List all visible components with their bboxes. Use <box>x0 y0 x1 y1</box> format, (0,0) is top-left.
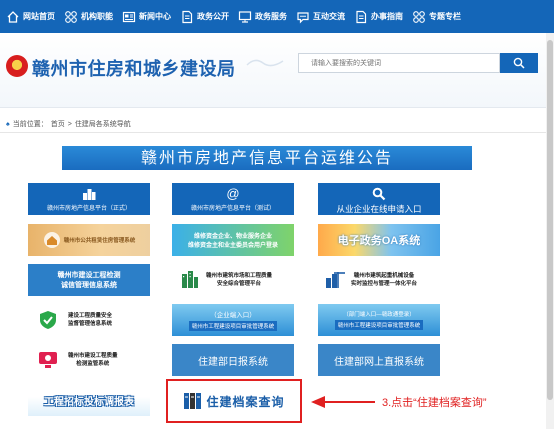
tile-construction-market-platform[interactable]: 赣州市建筑市场和工程质量 安全综合管理平台 <box>172 264 294 296</box>
nav-item-interact[interactable]: 互动交流 <box>296 0 345 33</box>
tile-label: 建设工程质量安全 <box>68 312 113 319</box>
tile-oa-system[interactable]: 电子政务OA系统 <box>318 224 440 256</box>
document-icon <box>182 10 193 23</box>
tile-real-estate-platform-official[interactable]: 赣州市房地产信息平台（正式） <box>28 183 150 215</box>
site-header: 赣州市住房和城乡建设局 <box>0 33 554 108</box>
nav-item-label: 新闻中心 <box>139 12 171 21</box>
archive-icon <box>184 393 202 409</box>
document-icon <box>356 10 367 23</box>
tile-quality-safety-supervision[interactable]: 建设工程质量安全 监督管理信息系统 <box>28 304 150 336</box>
tile-archive-query[interactable]: 住建档案查询 <box>166 379 302 423</box>
tile-project-approval-enterprise[interactable]: （企业端入口） 赣州市工程建设项目审批管理系统 <box>172 304 294 336</box>
page: 网站首页 机构职能 新闻中心 政务公开 政务服务 互动交流 办事指南 专题专栏 <box>0 0 554 429</box>
search-button[interactable] <box>500 53 538 73</box>
nav-item-label: 互动交流 <box>313 12 345 21</box>
national-emblem-logo <box>6 55 28 77</box>
tile-label: 安全综合管理平台 <box>217 281 262 287</box>
top-nav: 网站首页 机构职能 新闻中心 政务公开 政务服务 互动交流 办事指南 专题专栏 <box>0 0 554 33</box>
tile-label: 诚信管理信息系统 <box>61 282 117 289</box>
nav-item-special[interactable]: 专题专栏 <box>412 0 461 33</box>
tile-enterprise-application[interactable]: 从业企业在线申请入口 <box>318 183 440 215</box>
news-icon <box>122 11 136 22</box>
shield-check-icon <box>40 311 56 329</box>
building-icon <box>182 271 198 288</box>
breadcrumb: ♠ 当前位置： 首页 > 住建局各系统导航 <box>6 119 134 129</box>
tile-label: 赣州市工程建设项目审批管理系统 <box>188 321 278 331</box>
annotation-arrow-icon <box>311 396 375 408</box>
tile-public-rental-housing[interactable]: 赣州市公共租赁住房管理系统 <box>28 224 150 256</box>
tile-label: 赣州市工程建设项目审批管理系统 <box>334 320 424 330</box>
search-input[interactable] <box>298 53 500 73</box>
tile-label: 赣州市房地产信息平台（测试） <box>190 206 275 212</box>
tile-label: 赣州市公共租赁住房管理系统 <box>63 238 136 244</box>
tile-real-estate-platform-test[interactable]: @ 赣州市房地产信息平台（测试） <box>172 183 294 215</box>
tile-label: 赣州市建设工程质量 <box>68 352 118 359</box>
nav-item-label: 专题专栏 <box>429 12 461 21</box>
tile-label: 维修资金企业、物业服务企业 <box>193 234 272 240</box>
tile-label: 赣州市建设工程检测 <box>57 272 121 279</box>
tile-label: 检测监管系统 <box>76 361 110 367</box>
nav-item-label: 机构职能 <box>81 12 113 21</box>
building-icon <box>83 189 96 200</box>
nav-item-service[interactable]: 政务服务 <box>238 0 287 33</box>
search-icon <box>372 187 386 201</box>
house-icon <box>43 232 60 248</box>
tile-label: 住建档案查询 <box>206 394 285 409</box>
nav-item-open[interactable]: 政务公开 <box>180 0 229 33</box>
decoration-icon <box>246 59 284 67</box>
tile-label: 监督管理信息系统 <box>68 321 113 327</box>
at-icon: @ <box>226 186 240 201</box>
tile-quality-testing-supervision[interactable]: 赣州市建设工程质量 检测监管系统 <box>28 344 150 376</box>
grid-icon <box>413 10 425 23</box>
notice-banner[interactable]: 赣州市房地产信息平台运维公告 <box>62 146 472 170</box>
location-icon: ♠ <box>6 120 10 128</box>
nav-item-home[interactable]: 网站首页 <box>6 0 55 33</box>
home-icon <box>7 10 19 23</box>
annotation-text: 3.点击“住建档案查询” <box>382 397 487 409</box>
tile-label: （部门端入口—赣政通登录） <box>343 312 415 318</box>
nav-item-label: 网站首页 <box>23 12 55 21</box>
tile-maintenance-fund-login[interactable]: 维修资金企业、物业服务企业 维修资金主和业主委员会用户登录 <box>172 224 294 256</box>
tile-label: （企业端入口） <box>210 312 256 319</box>
breadcrumb-home[interactable]: 首页 <box>51 119 65 129</box>
nav-item-label: 办事指南 <box>371 12 403 21</box>
tile-label: 实时监控与管理一体化平台 <box>351 281 418 287</box>
tile-label: 工程招标投标调报表 <box>44 396 134 408</box>
tile-label: 维修资金主和业主委员会用户登录 <box>187 243 278 249</box>
tile-label: 赣州市建筑市场和工程质量 <box>206 272 273 279</box>
tile-ministry-daily-report[interactable]: 住建部日报系统 <box>172 344 294 376</box>
breadcrumb-prefix: 当前位置： <box>12 121 48 128</box>
tile-label: 从业企业在线申请入口 <box>336 204 422 214</box>
tile-label: 住建部日报系统 <box>198 356 268 368</box>
monitor-icon <box>39 352 57 368</box>
site-title[interactable]: 赣州市住房和城乡建设局 <box>32 55 236 81</box>
nav-item-org[interactable]: 机构职能 <box>64 0 113 33</box>
tile-project-approval-department[interactable]: （部门端入口—赣政通登录） 赣州市工程建设项目审批管理系统 <box>318 304 440 336</box>
breadcrumb-separator: > <box>67 120 72 128</box>
nav-item-label: 政务服务 <box>255 12 287 21</box>
search-icon <box>513 57 525 69</box>
chat-icon <box>297 11 309 23</box>
breadcrumb-current: 住建局各系统导航 <box>74 121 131 128</box>
tile-bidding-report[interactable]: 工程招标投标调报表 <box>28 384 150 416</box>
tile-label: 住建部网上直报系统 <box>334 356 424 368</box>
divider <box>0 132 554 133</box>
nav-item-guide[interactable]: 办事指南 <box>354 0 403 33</box>
tile-testing-credit-system[interactable]: 赣州市建设工程检测 诚信管理信息系统 <box>28 264 150 296</box>
nav-item-news[interactable]: 新闻中心 <box>122 0 171 33</box>
grid-icon <box>65 10 77 23</box>
scrollbar-thumb[interactable] <box>547 40 553 400</box>
tile-crane-monitoring-platform[interactable]: 赣州市建筑起重机械设备 实时监控与管理一体化平台 <box>318 264 440 296</box>
crane-icon <box>326 272 345 288</box>
tile-label: 赣州市房地产信息平台（正式） <box>46 206 131 212</box>
tile-label: 赣州市建筑起重机械设备 <box>353 272 415 279</box>
tile-ministry-online-report[interactable]: 住建部网上直报系统 <box>318 344 440 376</box>
monitor-icon <box>238 10 252 23</box>
nav-item-label: 政务公开 <box>197 12 229 21</box>
tile-label: 电子政务OA系统 <box>337 235 421 247</box>
